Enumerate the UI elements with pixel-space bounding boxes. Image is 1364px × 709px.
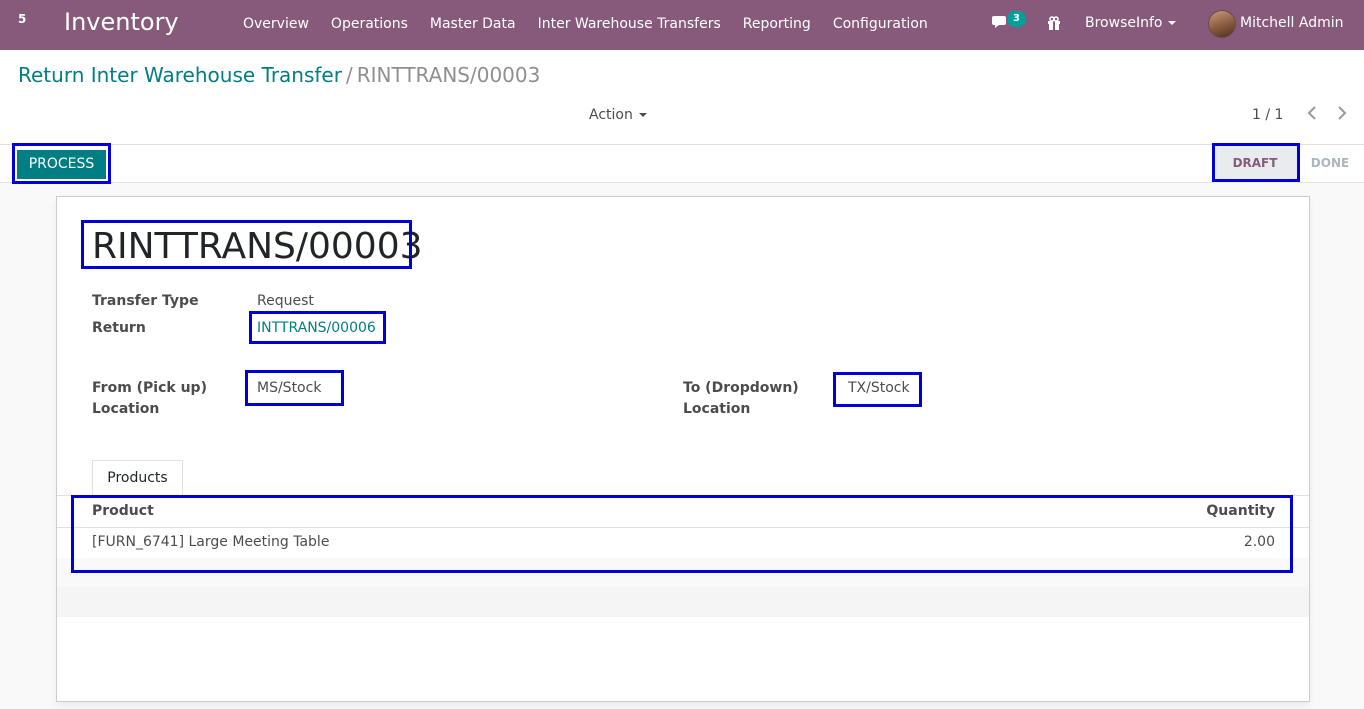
highlight-to-location	[833, 372, 922, 407]
highlight-from-location	[245, 370, 344, 406]
main-menu: Overview Operations Master Data Inter Wa…	[232, 0, 939, 50]
chat-count-badge: 3	[1007, 11, 1026, 27]
form-sheet: RINTTRANS/00003 Transfer Type Request Re…	[56, 196, 1310, 702]
gift-icon	[1048, 16, 1060, 30]
highlight-record-title	[81, 220, 412, 269]
app-brand[interactable]: Inventory	[64, 8, 179, 36]
pager-next-button[interactable]	[1336, 105, 1350, 123]
stage-done[interactable]: DONE	[1302, 145, 1358, 183]
highlight-draft-stage	[1212, 143, 1300, 182]
menu-item-reporting[interactable]: Reporting	[732, 0, 822, 50]
menu-item-overview[interactable]: Overview	[232, 0, 320, 50]
highlight-products-table	[71, 495, 1293, 573]
action-label: Action	[589, 107, 633, 123]
gift-button[interactable]	[1047, 16, 1061, 34]
chevron-down-icon	[1168, 21, 1177, 25]
to-location-label-line2: Location	[683, 401, 751, 417]
messaging-button[interactable]: 3	[992, 11, 1032, 35]
tab-products[interactable]: Products	[92, 460, 183, 496]
user-avatar[interactable]	[1208, 10, 1236, 38]
table-empty-row	[57, 587, 1309, 617]
pager-previous-button[interactable]	[1306, 105, 1320, 123]
user-menu[interactable]: Mitchell Admin	[1240, 15, 1344, 31]
status-bar: PROCESS DRAFT DONE	[0, 145, 1364, 183]
apps-menu-button[interactable]: 5	[18, 12, 26, 26]
highlight-process-button	[12, 143, 111, 184]
transfer-type-value[interactable]: Request	[257, 293, 314, 309]
chevron-down-icon	[638, 113, 647, 117]
company-name: BrowseInfo	[1085, 15, 1163, 31]
chevron-right-icon	[1338, 106, 1347, 120]
company-switcher[interactable]: BrowseInfo	[1085, 15, 1177, 31]
from-location-label-line1: From (Pick up)	[92, 380, 207, 396]
chevron-left-icon	[1307, 106, 1316, 120]
menu-item-master-data[interactable]: Master Data	[419, 0, 527, 50]
menu-item-operations[interactable]: Operations	[320, 0, 419, 50]
return-label: Return	[92, 320, 146, 336]
breadcrumb-separator: /	[345, 63, 353, 87]
transfer-type-label: Transfer Type	[92, 293, 199, 309]
action-dropdown[interactable]: Action	[589, 107, 647, 123]
breadcrumb-current: RINTTRANS/00003	[356, 63, 541, 87]
from-location-label-line2: Location	[92, 401, 160, 417]
menu-item-configuration[interactable]: Configuration	[822, 0, 939, 50]
to-location-label-line1: To (Dropdown)	[683, 380, 799, 396]
control-panel: Return Inter Warehouse Transfer / RINTTRAN…	[0, 50, 1364, 145]
breadcrumb-parent-link[interactable]: Return Inter Warehouse Transfer	[18, 63, 342, 87]
breadcrumb: Return Inter Warehouse Transfer / RINTTRAN…	[18, 63, 540, 87]
menu-item-inter-warehouse-transfers[interactable]: Inter Warehouse Transfers	[527, 0, 732, 50]
pager-value[interactable]: 1 / 1	[1252, 107, 1283, 123]
chat-icon	[992, 16, 1006, 28]
highlight-return-link	[249, 311, 386, 344]
top-navbar: 5 Inventory Overview Operations Master D…	[0, 0, 1364, 50]
